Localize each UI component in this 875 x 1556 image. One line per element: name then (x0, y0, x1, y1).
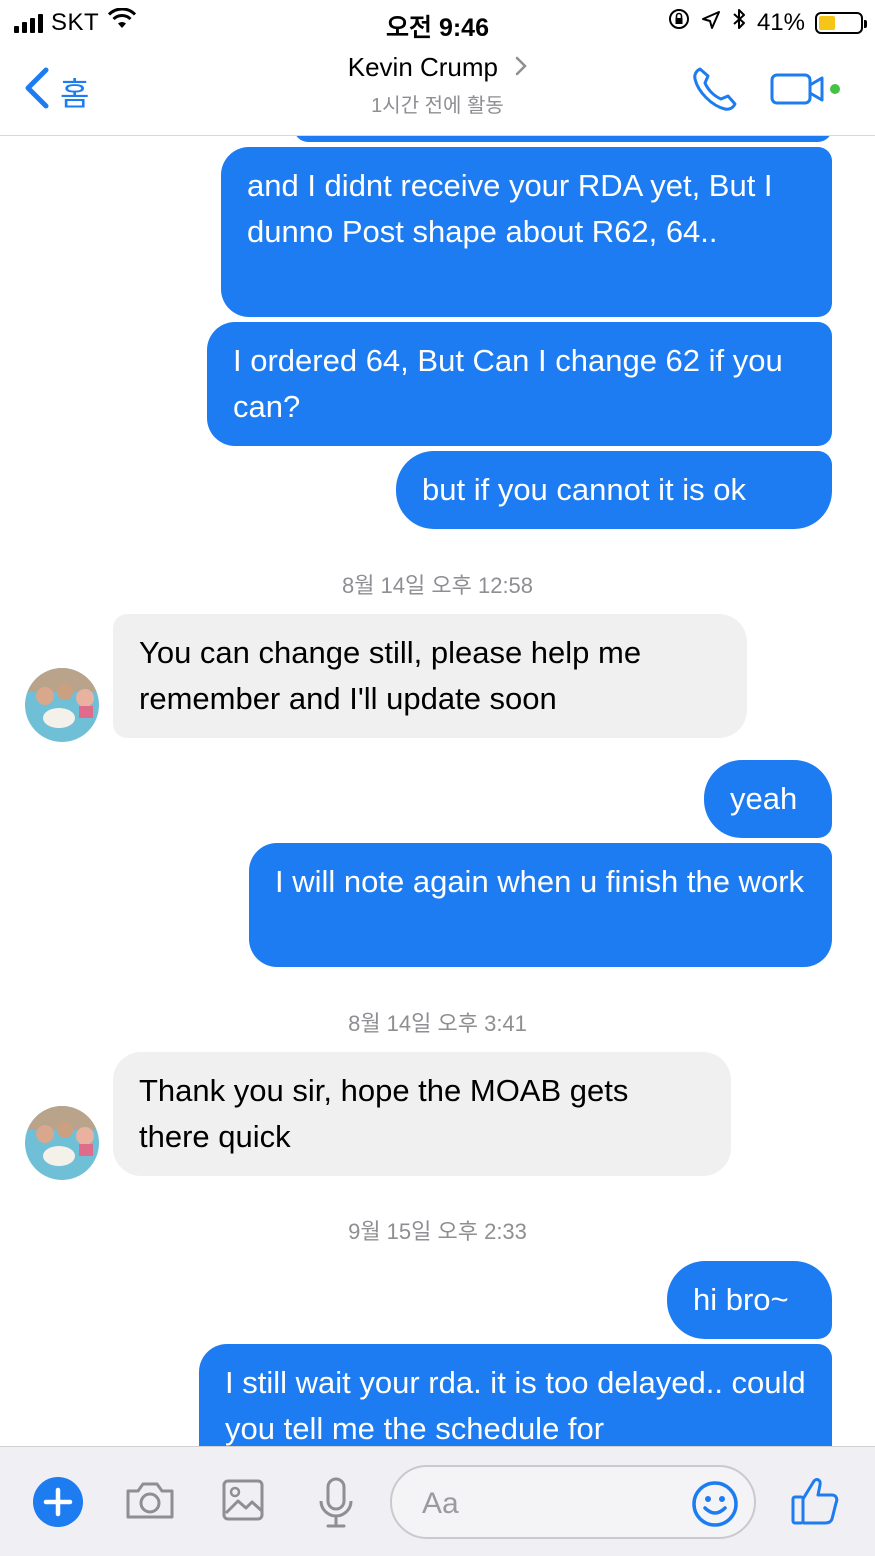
timestamp: 9월 15일 오후 2:33 (348, 1219, 527, 1244)
message-input[interactable]: Aa (390, 1465, 756, 1539)
video-camera-icon[interactable] (770, 72, 826, 111)
message-bubble-outgoing[interactable]: and I didnt receive your RDA yet, But I … (221, 147, 832, 317)
message-bubble-outgoing[interactable]: I will note again when u finish the work (249, 843, 832, 967)
conversation-header: 홈 Kevin Crump 1시간 전에 활동 (0, 44, 875, 136)
message-bubble-outgoing[interactable]: I ordered 64, But Can I change 62 if you… (207, 322, 832, 446)
emoji-icon[interactable] (690, 1479, 740, 1534)
timestamp: 8월 14일 오후 3:41 (348, 1011, 527, 1036)
phone-icon[interactable] (690, 64, 740, 119)
location-icon (701, 9, 721, 37)
message-placeholder: Aa (422, 1487, 459, 1520)
contact-name: Kevin Crump (347, 52, 499, 82)
message-bubble-outgoing[interactable]: yeah (704, 760, 832, 838)
message-list[interactable]: and I didnt receive your RDA yet, But I … (0, 136, 875, 1446)
message-bubble-incoming[interactable]: You can change still, please help me rem… (113, 614, 747, 738)
avatar[interactable] (25, 1106, 99, 1180)
status-right: 41% (667, 7, 867, 38)
message-bubble-incoming[interactable]: Thank you sir, hope the MOAB gets there … (113, 1052, 731, 1176)
message-composer: Aa (0, 1446, 875, 1556)
message-bubble-outgoing[interactable]: hi bro~ (667, 1261, 832, 1339)
battery-percent: 41% (756, 8, 805, 36)
avatar[interactable] (25, 668, 99, 742)
battery-level (819, 15, 836, 30)
status-bar: SKT 오전 9:46 41% (0, 0, 875, 44)
orientation-lock-icon (667, 7, 691, 38)
online-indicator (830, 84, 840, 94)
bluetooth-icon (731, 7, 747, 38)
battery-icon (815, 11, 867, 34)
message-bubble-outgoing[interactable] (294, 136, 832, 142)
chevron-right-icon (515, 52, 528, 82)
contact-title[interactable]: Kevin Crump 1시간 전에 활동 (0, 52, 875, 118)
timestamp: 8월 14일 오후 12:58 (341, 573, 534, 598)
message-bubble-outgoing[interactable]: I still wait your rda. it is too delayed… (199, 1344, 832, 1446)
microphone-icon[interactable] (314, 1475, 358, 1536)
active-status: 1시간 전에 활동 (371, 95, 504, 117)
message-bubble-outgoing[interactable]: but if you cannot it is ok (396, 451, 832, 529)
plus-icon[interactable] (33, 1477, 83, 1527)
camera-icon[interactable] (124, 1475, 176, 1530)
thumbs-up-icon[interactable] (790, 1475, 840, 1532)
image-icon[interactable] (220, 1475, 266, 1530)
